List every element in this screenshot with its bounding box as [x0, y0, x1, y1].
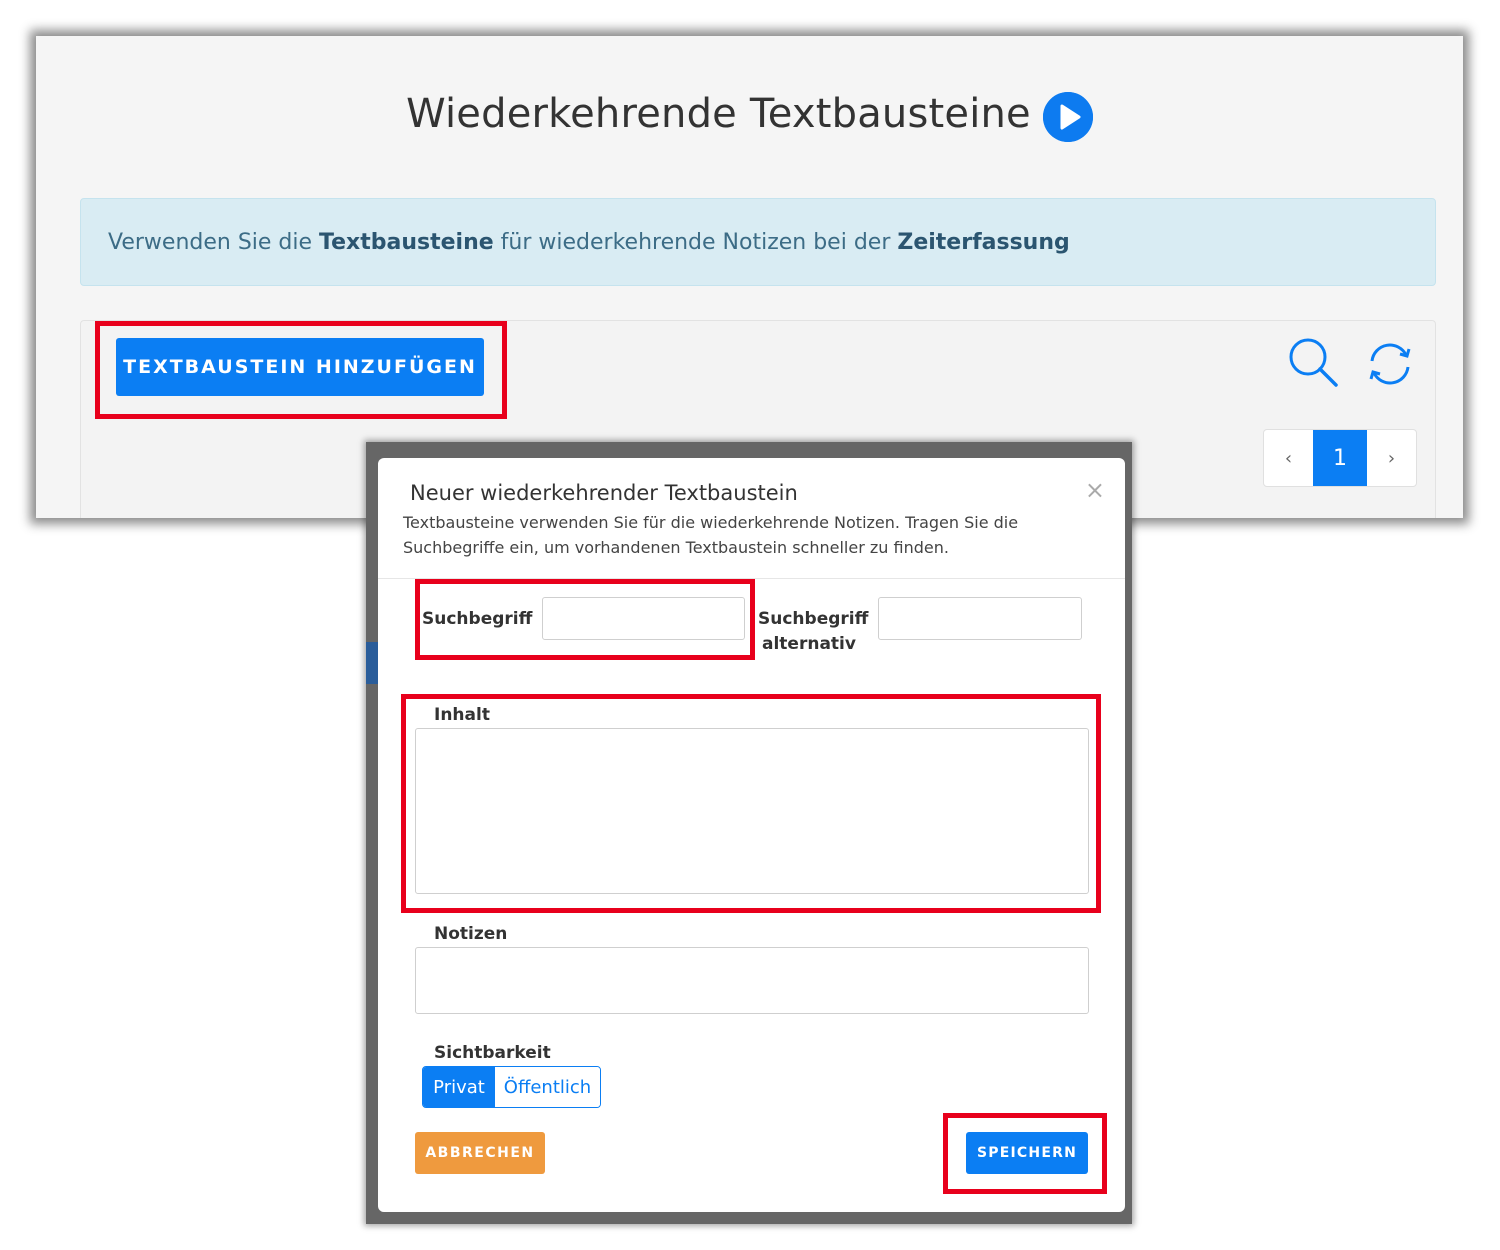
- pagination: ‹ 1 ›: [1263, 429, 1417, 487]
- notes-textarea[interactable]: [415, 947, 1089, 1014]
- new-textbaustein-dialog: Neuer wiederkehrender Textbaustein × Tex…: [378, 458, 1125, 1212]
- page-title: Wiederkehrende Textbausteine: [406, 91, 1031, 137]
- info-alert: Verwenden Sie die Textbausteine für wied…: [80, 198, 1436, 286]
- page-title-row: Wiederkehrende Textbausteine: [36, 84, 1463, 144]
- refresh-icon[interactable]: [1364, 339, 1416, 389]
- alt-search-term-label-line2: alternativ: [762, 634, 856, 654]
- info-text-part2: für wiederkehrende Notizen bei der: [493, 229, 898, 255]
- info-text-bold1: Textbausteine: [319, 229, 494, 255]
- visibility-label: Sichtbarkeit: [434, 1043, 551, 1063]
- highlight-frame-search-term: [415, 579, 755, 660]
- modal-header: Neuer wiederkehrender Textbaustein × Tex…: [378, 458, 1125, 579]
- modal-screenshot: Neuer wiederkehrender Textbaustein × Tex…: [366, 442, 1132, 1224]
- modal-title: Neuer wiederkehrender Textbaustein: [410, 481, 798, 505]
- alt-search-term-input[interactable]: [878, 597, 1082, 640]
- alt-search-term-label-line1: Suchbegriff: [758, 609, 869, 629]
- info-text-bold2: Zeiterfassung: [897, 229, 1070, 255]
- play-icon[interactable]: [1042, 92, 1093, 142]
- pagination-next[interactable]: ›: [1367, 430, 1416, 486]
- notes-label: Notizen: [434, 924, 508, 944]
- visibility-toggle: Privat Öffentlich: [422, 1066, 601, 1108]
- info-text-part1: Verwenden Sie die: [108, 229, 320, 255]
- backdrop-element: [366, 642, 378, 684]
- modal-description: Textbausteine verwenden Sie für die wied…: [403, 513, 1019, 557]
- pagination-page-current[interactable]: 1: [1313, 430, 1367, 486]
- cancel-button[interactable]: ABBRECHEN: [415, 1132, 545, 1174]
- search-icon[interactable]: [1286, 335, 1342, 391]
- highlight-frame-content: [401, 694, 1101, 913]
- highlight-frame-add-button: [95, 321, 507, 419]
- visibility-option-public[interactable]: Öffentlich: [495, 1067, 600, 1107]
- highlight-frame-save-button: [943, 1113, 1107, 1194]
- visibility-option-private[interactable]: Privat: [423, 1067, 495, 1107]
- close-icon[interactable]: ×: [1085, 476, 1105, 504]
- pagination-prev[interactable]: ‹: [1264, 430, 1313, 486]
